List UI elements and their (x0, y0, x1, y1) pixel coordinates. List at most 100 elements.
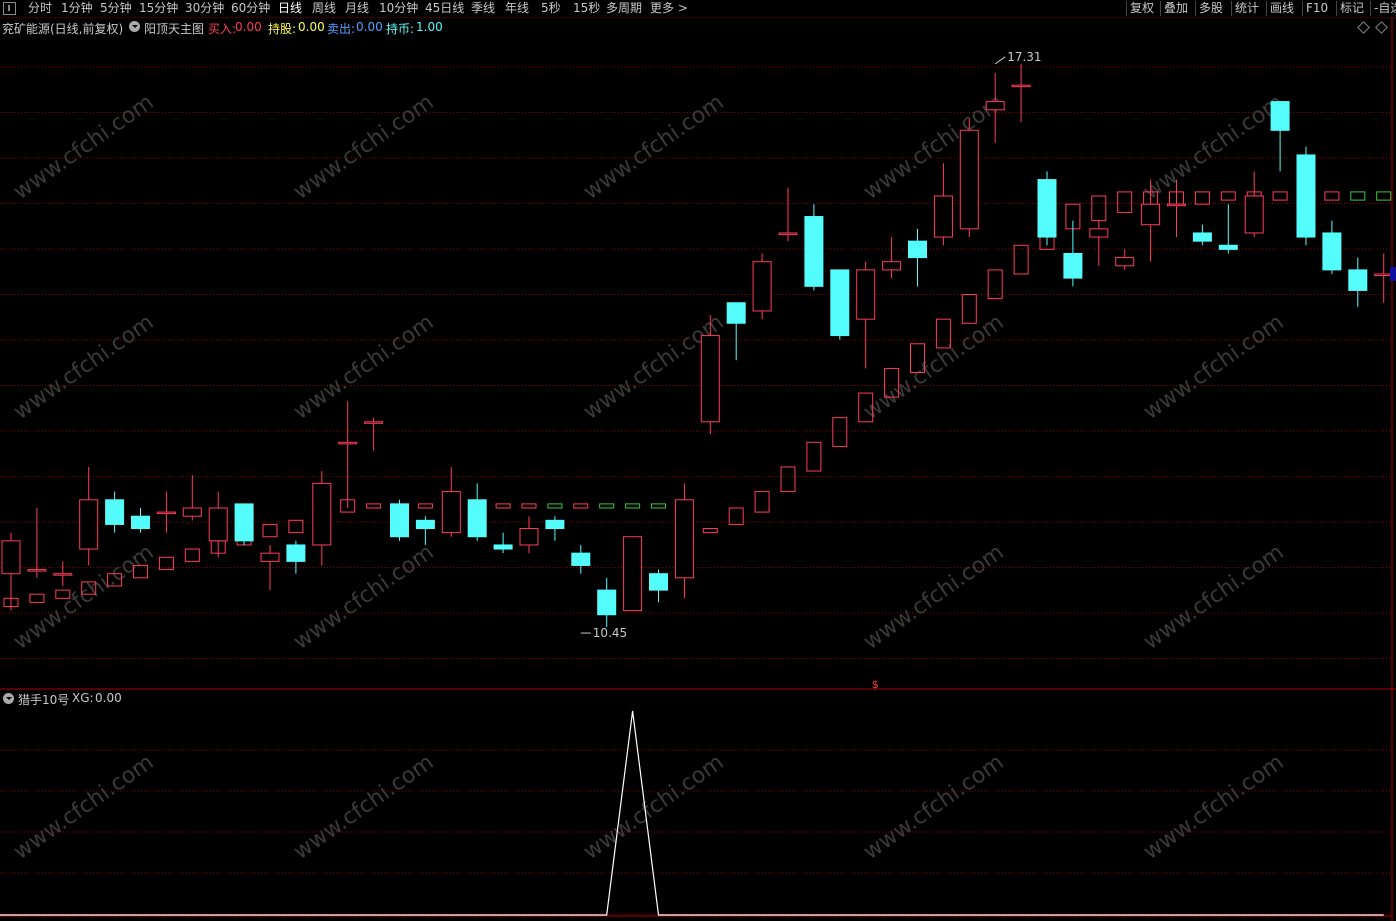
candle-body (234, 503, 254, 542)
sub-indicator-dropdown-icon[interactable] (3, 693, 14, 704)
signal-box (184, 548, 200, 562)
candle-body (53, 573, 73, 576)
annotation-pointer (994, 56, 1006, 65)
candle-body (1089, 228, 1109, 238)
candle-body (79, 499, 99, 550)
candle-body (649, 573, 668, 591)
signal-box (832, 417, 848, 447)
candle-body (1037, 179, 1057, 238)
signal-box (1220, 191, 1236, 201)
candle-body (1244, 195, 1264, 234)
signal-box (1324, 191, 1340, 201)
candle-body (105, 499, 125, 525)
candle-body (856, 269, 876, 320)
candle-body (1011, 84, 1031, 88)
price-level-marker (1390, 267, 1396, 281)
candle-body (390, 503, 409, 538)
signal-marker: $ (872, 678, 879, 691)
watermark-text: www.cfchi.com (289, 310, 438, 425)
candle-body (27, 569, 47, 572)
signal-box (495, 503, 511, 509)
candle-body (700, 335, 720, 423)
watermark-text: www.cfchi.com (289, 750, 438, 865)
signal-box (1117, 191, 1133, 213)
candle-body (338, 441, 358, 445)
candle-body (441, 491, 461, 534)
candle-body (571, 552, 591, 566)
signal-box (417, 503, 433, 509)
signal-box (1194, 191, 1210, 205)
watermark-text: www.cfchi.com (859, 750, 1008, 865)
signal-box (599, 503, 615, 509)
signal-box (780, 466, 796, 493)
xg-value: 0.00 (95, 691, 122, 705)
candle-body (493, 544, 513, 550)
signal-box (651, 503, 666, 509)
candle-body (467, 499, 487, 538)
signal-box (1272, 191, 1288, 201)
signal-box (29, 593, 45, 603)
candle-body (1270, 101, 1290, 131)
candle-body (1167, 203, 1186, 207)
watermark-text: www.cfchi.com (859, 540, 1008, 655)
candle-body (286, 544, 306, 562)
watermark-text: www.cfchi.com (289, 540, 438, 655)
candle-body (1141, 203, 1161, 226)
watermark-text: www.cfchi.com (1139, 750, 1288, 865)
candle-body (804, 216, 824, 287)
candle-body (1348, 269, 1368, 291)
candle-body (623, 536, 643, 612)
watermark-text: www.cfchi.com (1139, 310, 1288, 425)
signal-box (1013, 244, 1029, 275)
signal-box (521, 503, 537, 509)
candle-body (726, 302, 746, 324)
signal-box (702, 528, 718, 534)
signal-box (754, 491, 770, 513)
candle-body (182, 507, 202, 517)
signal-box (262, 523, 278, 538)
price-annotation: 17.31 (1007, 50, 1041, 64)
watermark-text: www.cfchi.com (9, 310, 158, 425)
sub-indicator-name[interactable]: 猎手10号 (18, 691, 69, 708)
candle-body (597, 589, 617, 616)
signal-box (961, 294, 977, 324)
candle-body (1115, 257, 1135, 267)
watermark-text: www.cfchi.com (289, 90, 438, 205)
candle-body (260, 552, 280, 562)
candle-body (778, 232, 798, 235)
candle-body (882, 261, 902, 271)
signal-box (366, 503, 382, 509)
watermark-text: www.cfchi.com (1139, 540, 1288, 655)
watermark-text: www.cfchi.com (579, 750, 728, 865)
watermark-text: www.cfchi.com (9, 90, 158, 205)
candle-body (752, 261, 772, 312)
candle-body (933, 195, 953, 238)
watermark-text: www.cfchi.com (1139, 90, 1288, 205)
watermark-text: www.cfchi.com (9, 540, 158, 655)
signal-box (625, 503, 641, 509)
candle-body (415, 519, 435, 530)
signal-box (1350, 191, 1366, 201)
price-annotation: 10.45 (593, 626, 627, 640)
signal-box (573, 503, 589, 509)
candle-body (1296, 154, 1316, 238)
candle-body (519, 528, 539, 546)
candle-body (1, 540, 21, 575)
candle-body (908, 240, 927, 259)
candle-body (364, 421, 384, 424)
candle-body (1322, 232, 1342, 271)
signal-box (806, 441, 822, 472)
candle-body (674, 499, 694, 579)
candle-body (156, 511, 176, 515)
candle-body (208, 507, 228, 542)
kline-chart[interactable]: www.cfchi.com www.cfchi.com www.cfchi.com w… (0, 0, 1396, 921)
signal-box (1091, 195, 1107, 222)
watermark-text: www.cfchi.com (579, 90, 728, 205)
candle-body (985, 101, 1005, 111)
candle-body (959, 129, 979, 230)
xg-line (0, 710, 1384, 916)
candle-body (131, 515, 150, 530)
candle-body (830, 269, 850, 337)
candle-body (1218, 244, 1238, 250)
candle-body (1192, 232, 1212, 242)
